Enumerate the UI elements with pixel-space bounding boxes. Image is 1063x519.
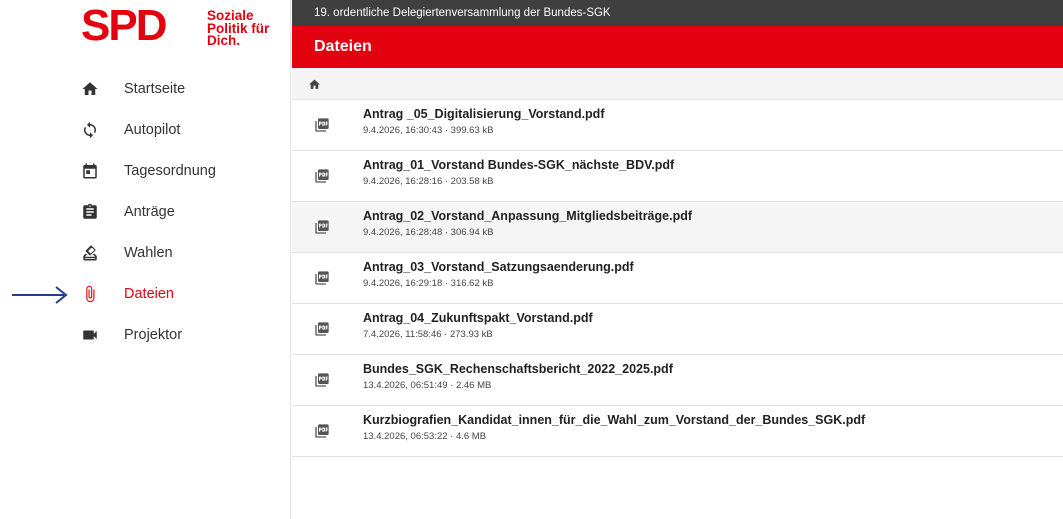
home-icon[interactable] (308, 78, 321, 91)
file-meta: 13.4.2026, 06:51:49 · 2.46 MB (363, 380, 492, 391)
file-meta: 9.4.2026, 16:28:16 · 203.58 kB (363, 176, 494, 187)
home-icon (81, 80, 99, 98)
file-row[interactable]: Kurzbiografien_Kandidat_innen_für_die_Wa… (292, 406, 1063, 457)
logo-tagline-line: Dich. (207, 33, 241, 48)
file-name[interactable]: Antrag_01_Vorstand Bundes-SGK_nächste_BD… (363, 158, 674, 172)
pdf-file-icon (315, 271, 329, 285)
file-meta: 9.4.2026, 16:30:43 · 399.63 kB (363, 125, 494, 136)
sidebar-item-label: Dateien (124, 285, 174, 302)
sidebar-item-autopilot[interactable]: Autopilot (71, 109, 290, 150)
file-name[interactable]: Antrag_04_Zukunftspakt_Vorstand.pdf (363, 311, 593, 325)
file-row[interactable]: Antrag_01_Vorstand Bundes-SGK_nächste_BD… (292, 151, 1063, 202)
file-name[interactable]: Bundes_SGK_Rechenschaftsbericht_2022_202… (363, 362, 673, 376)
pdf-file-icon (315, 220, 329, 234)
sidebar-item-label: Anträge (124, 203, 175, 220)
sidebar-item-label: Tagesordnung (124, 162, 216, 179)
sidebar-item-wahlen[interactable]: Wahlen (71, 232, 290, 273)
sidebar-item-projektor[interactable]: Projektor (71, 314, 290, 355)
pdf-file-icon (315, 118, 329, 132)
file-name[interactable]: Antrag _05_Digitalisierung_Vorstand.pdf (363, 107, 604, 121)
file-name[interactable]: Antrag_02_Vorstand_Anpassung_Mitgliedsbe… (363, 209, 692, 223)
event-title: 19. ordentliche Delegiertenversammlung d… (292, 0, 1063, 26)
annotation-arrow (12, 286, 68, 304)
sidebar-item-label: Projektor (124, 326, 183, 343)
sidebar-item-label: Startseite (124, 80, 186, 97)
sidebar: SPD Soziale Politik für Dich. Startseite… (71, 0, 291, 519)
page-title: Dateien (292, 26, 1063, 68)
file-row[interactable]: Antrag_03_Vorstand_Satzungsaenderung.pdf… (292, 253, 1063, 304)
videocam-icon (81, 326, 99, 344)
file-meta: 9.4.2026, 16:29:18 · 316.62 kB (363, 278, 494, 289)
pdf-file-icon (315, 424, 329, 438)
sidebar-item-label: Wahlen (124, 244, 173, 261)
file-row[interactable]: Antrag_04_Zukunftspakt_Vorstand.pdf 7.4.… (292, 304, 1063, 355)
sidebar-item-antraege[interactable]: Anträge (71, 191, 290, 232)
file-row[interactable]: Bundes_SGK_Rechenschaftsbericht_2022_202… (292, 355, 1063, 406)
file-row[interactable]: Antrag _05_Digitalisierung_Vorstand.pdf … (292, 100, 1063, 151)
sidebar-item-startseite[interactable]: Startseite (71, 68, 290, 109)
file-meta: 13.4.2026, 06:53:22 · 4.6 MB (363, 431, 487, 442)
breadcrumb (292, 68, 1063, 100)
file-name[interactable]: Antrag_03_Vorstand_Satzungsaenderung.pdf (363, 260, 634, 274)
calendar-icon (81, 162, 99, 180)
sidebar-item-dateien[interactable]: Dateien (71, 273, 290, 314)
file-meta: 9.4.2026, 16:28:48 · 306.94 kB (363, 227, 494, 238)
logo-tagline: Soziale Politik für Dich. (207, 9, 269, 48)
paperclip-icon (81, 285, 99, 303)
ballot-icon (81, 244, 99, 262)
pdf-file-icon (315, 169, 329, 183)
file-row[interactable]: Antrag_02_Vorstand_Anpassung_Mitgliedsbe… (292, 202, 1063, 253)
sidebar-nav: Startseite Autopilot Tagesordnung Anträg… (71, 68, 290, 355)
sync-icon (81, 121, 99, 139)
pdf-file-icon (315, 322, 329, 336)
pdf-file-icon (315, 373, 329, 387)
file-name[interactable]: Kurzbiografien_Kandidat_innen_für_die_Wa… (363, 413, 865, 427)
logo-wordmark: SPD (81, 1, 167, 50)
file-list: Antrag _05_Digitalisierung_Vorstand.pdf … (292, 100, 1063, 457)
clipboard-icon (81, 203, 99, 221)
sidebar-item-tagesordnung[interactable]: Tagesordnung (71, 150, 290, 191)
file-meta: 7.4.2026, 11:58:46 · 273.93 kB (363, 329, 493, 340)
sidebar-item-label: Autopilot (124, 121, 181, 138)
main-content: 19. ordentliche Delegiertenversammlung d… (292, 0, 1063, 519)
